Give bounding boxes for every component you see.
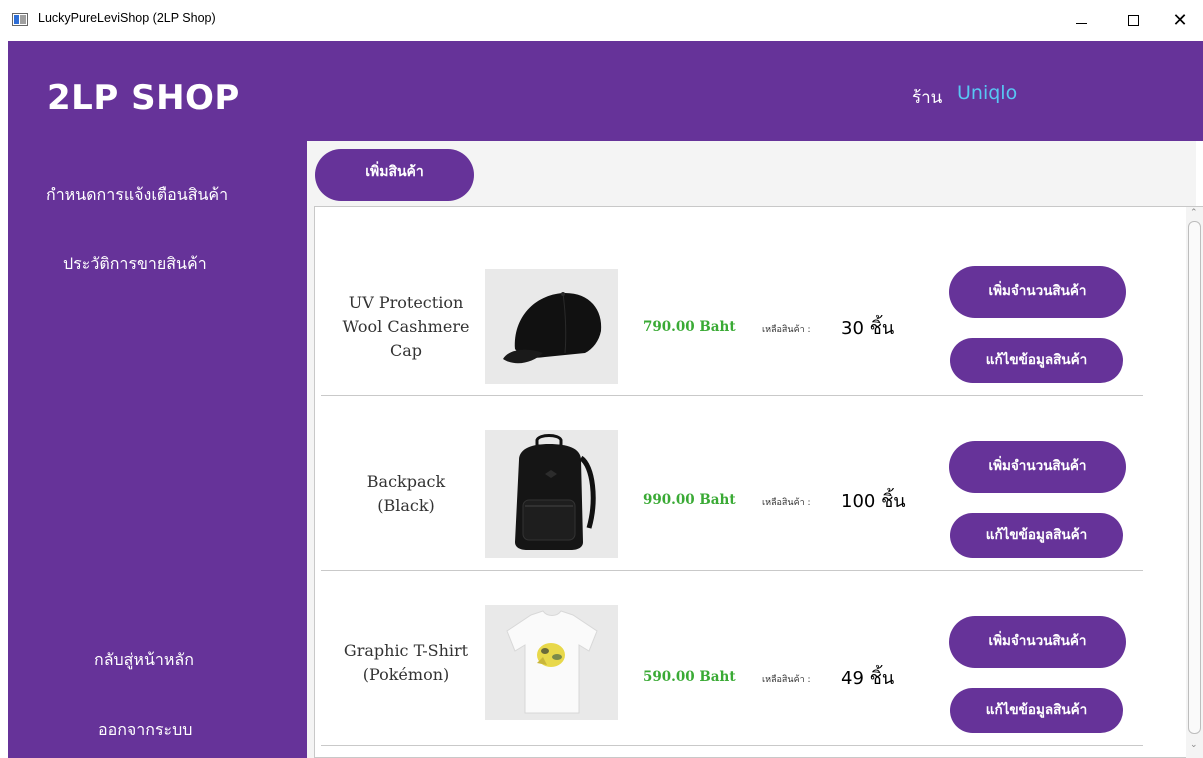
product-price: 990.00 Baht [643,492,736,508]
sidebar-item-logout[interactable]: ออกจากระบบ [98,718,192,743]
close-icon: ✕ [1172,10,1188,31]
stock-quantity: 49 ชิ้น [841,668,895,689]
product-row: UV Protection Wool Cashmere Cap 790.00 B… [321,221,1143,396]
stock-quantity: 100 ชิ้น [841,491,906,512]
scrollbar-thumb[interactable] [1188,221,1201,734]
sidebar-item-stock-alerts[interactable]: กำหนดการแจ้งเตือนสินค้า [46,183,228,208]
window-titlebar: LuckyPureLeviShop (2LP Shop) ✕ [0,0,1203,41]
increase-stock-button[interactable]: เพิ่มจำนวนสินค้า [949,616,1126,668]
product-price: 790.00 Baht [643,319,736,335]
stock-label: เหลือสินค้า : [762,675,811,685]
backpack-image [485,430,618,558]
product-name: UV Protection Wool Cashmere Cap [342,292,470,360]
product-name: Graphic T-Shirt (Pokémon) [343,640,469,684]
window-title: LuckyPureLeviShop (2LP Shop) [38,11,216,25]
minimize-button[interactable] [1058,0,1104,41]
sidebar-item-sales-history[interactable]: ประวัติการขายสินค้า [63,252,207,277]
brand-title: 2LP SHOP [47,78,240,118]
edit-product-button[interactable]: แก้ไขข้อมูลสินค้า [950,338,1123,383]
maximize-button[interactable] [1110,0,1156,41]
stock-label: เหลือสินค้า : [762,498,811,508]
edit-product-button[interactable]: แก้ไขข้อมูลสินค้า [950,513,1123,558]
header-bar [307,41,1203,141]
close-button[interactable]: ✕ [1157,0,1203,41]
add-product-button[interactable]: เพิ่มสินค้า [315,149,474,201]
product-row: Graphic T-Shirt (Pokémon) 590.00 Baht เห… [321,571,1143,746]
scroll-down-icon[interactable]: ⌄ [1190,740,1198,750]
increase-stock-button[interactable]: เพิ่มจำนวนสินค้า [949,266,1126,318]
app-icon [12,13,28,26]
shop-name: Uniqlo [957,82,1018,104]
stock-quantity: 30 ชิ้น [841,318,895,339]
tshirt-image [485,605,618,720]
edit-product-button[interactable]: แก้ไขข้อมูลสินค้า [950,688,1123,733]
scroll-up-icon[interactable]: ⌃ [1190,208,1198,218]
minimize-icon [1075,23,1087,24]
product-row: Backpack (Black) 990.00 Baht เหลือสินค้า… [321,396,1143,571]
stock-label: เหลือสินค้า : [762,325,811,335]
product-name: Backpack (Black) [366,472,446,515]
increase-stock-button[interactable]: เพิ่มจำนวนสินค้า [949,441,1126,493]
shop-label: ร้าน [912,88,943,108]
maximize-icon [1127,15,1139,26]
cap-image [485,269,618,384]
sidebar-item-back-home[interactable]: กลับสู่หน้าหลัก [94,648,194,673]
product-price: 590.00 Baht [643,669,736,685]
